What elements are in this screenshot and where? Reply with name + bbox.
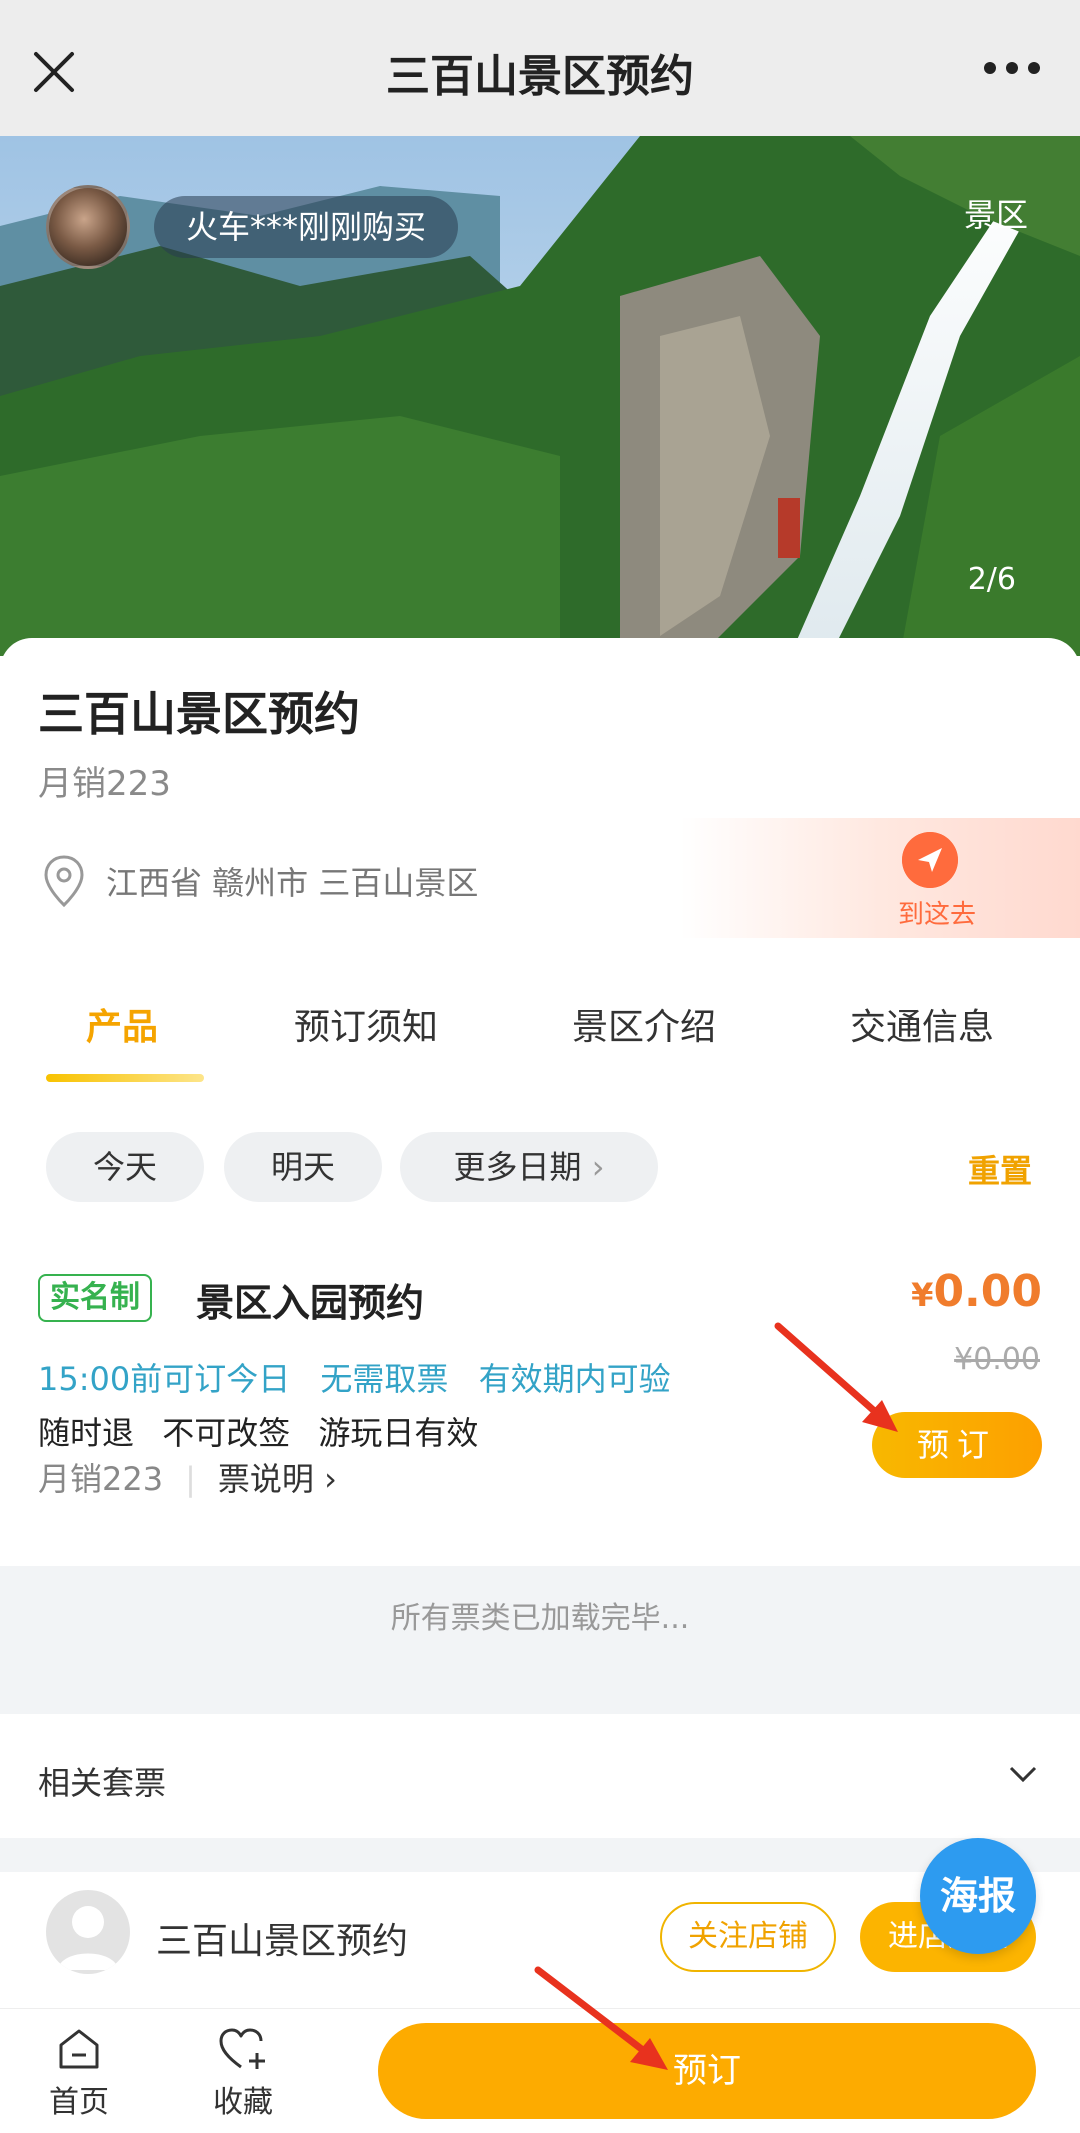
poster-button[interactable]: 海报 (920, 1838, 1036, 1954)
tab-traffic-info[interactable]: 交通信息 (850, 998, 994, 1050)
default-avatar-icon (58, 1906, 118, 1970)
heart-plus-icon (219, 2028, 265, 2069)
store-avatar[interactable] (46, 1890, 130, 1974)
ticket-price: ¥0.00 (911, 1266, 1042, 1317)
location-pin-icon (44, 855, 84, 908)
active-tab-indicator (46, 1074, 204, 1082)
feature-tag: 有效期内可验 (478, 1360, 671, 1398)
ticket-sales: 月销223 (38, 1460, 164, 1498)
store-name: 三百山景区预约 (156, 1921, 409, 1962)
loaded-all-message: 所有票类已加载完毕... (0, 1566, 1080, 1714)
related-packages-row[interactable]: 相关套票 (0, 1714, 1080, 1838)
rule-tag: 游玩日有效 (318, 1414, 479, 1452)
divider: | (185, 1460, 196, 1498)
related-packages-label: 相关套票 (38, 1764, 167, 1802)
currency-symbol: ¥ (911, 1276, 934, 1314)
original-price: ¥0.00 (954, 1342, 1040, 1377)
hero-category-tag: 景区 (963, 196, 1028, 234)
ticket-item[interactable]: 实名制 景区入园预约 ¥0.00 ¥0.00 15:00前可订今日 无需取票 有… (0, 1258, 1080, 1518)
more-dates-label: 更多日期 (453, 1148, 582, 1186)
product-card: 三百山景区预约 月销223 江西省 赣州市 三百山景区 到这去 产品 预订须知 … (0, 638, 1080, 2012)
address-row[interactable]: 江西省 赣州市 三百山景区 到这去 (0, 818, 1080, 938)
tab-booking-notice[interactable]: 预订须知 (294, 998, 438, 1050)
ticket-features: 15:00前可订今日 无需取票 有效期内可验 (38, 1354, 691, 1400)
book-now-button[interactable]: 预订 (378, 2023, 1036, 2119)
home-label: 首页 (49, 2085, 109, 2120)
ticket-name: 景区入园预约 (196, 1281, 425, 1325)
buyer-notice-text: 火车***刚刚购买 (154, 196, 459, 258)
follow-store-button[interactable]: 关注店铺 (660, 1902, 836, 1972)
address-text: 江西省 赣州市 三百山景区 (106, 864, 479, 902)
tab-scenic-intro[interactable]: 景区介绍 (572, 998, 716, 1050)
date-selector: 今天 明天 更多日期 › 重置 (0, 1132, 1080, 1204)
date-chip-today[interactable]: 今天 (46, 1132, 204, 1202)
date-chip-more[interactable]: 更多日期 › (400, 1132, 658, 1202)
feature-tag: 15:00前可订今日 (38, 1360, 291, 1398)
favorite-label: 收藏 (213, 2085, 273, 2120)
page-title: 三百山景区预约 (386, 51, 694, 102)
red-arrow-icon (774, 1322, 898, 1432)
tab-products[interactable]: 产品 (86, 998, 158, 1050)
navigate-label: 到这去 (897, 900, 976, 930)
buyer-avatar (46, 185, 130, 269)
top-nav-bar: 三百山景区预约 (0, 0, 1080, 136)
chevron-right-icon: › (591, 1148, 605, 1186)
red-arrow-icon (534, 1966, 668, 2070)
real-name-badge: 实名制 (38, 1274, 152, 1322)
more-options-icon[interactable] (982, 56, 1042, 80)
navigate-button[interactable]: 到这去 (680, 818, 1080, 938)
ticket-meta: 月销223 | 票说明 › (38, 1454, 337, 1500)
navigation-arrow-icon (902, 832, 958, 888)
favorite-button[interactable]: 收藏 (188, 2025, 298, 2121)
feature-tag: 无需取票 (320, 1360, 449, 1398)
date-chip-tomorrow[interactable]: 明天 (224, 1132, 382, 1202)
ticket-explain-link[interactable]: 票说明 › (218, 1460, 337, 1498)
chevron-down-icon (1009, 1766, 1037, 1783)
price-value: 0.00 (933, 1266, 1042, 1317)
home-button[interactable]: 首页 (24, 2025, 134, 2121)
chevron-right-icon: › (324, 1460, 337, 1498)
hero-image-carousel[interactable]: 火车***刚刚购买 景区 2/6 (0, 136, 1080, 656)
rule-tag: 随时退 (38, 1414, 135, 1452)
rule-tag: 不可改签 (162, 1414, 291, 1452)
product-title: 三百山景区预约 (38, 687, 360, 741)
tab-bar: 产品 预订须知 景区介绍 交通信息 (0, 998, 1080, 1108)
image-counter: 2/6 (967, 562, 1016, 597)
reset-button[interactable]: 重置 (968, 1146, 1032, 1192)
ticket-rules: 随时退 不可改签 游玩日有效 (38, 1408, 496, 1454)
section-divider (0, 1838, 1080, 1872)
home-icon (59, 2029, 99, 2069)
recent-buyer-notice: 火车***刚刚购买 (46, 184, 459, 270)
monthly-sales: 月销223 (38, 764, 171, 804)
